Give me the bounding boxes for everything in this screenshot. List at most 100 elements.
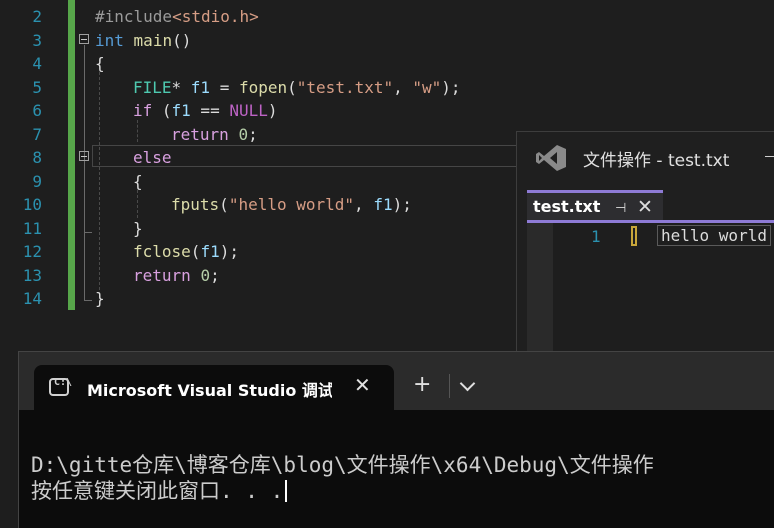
code-line[interactable]: return 0;	[133, 264, 220, 288]
code-line[interactable]: FILE* f1 = fopen("test.txt", "w");	[133, 76, 461, 100]
editor-margin	[527, 223, 553, 361]
code-token: fclose	[133, 242, 191, 261]
change-tracking-bar	[68, 0, 75, 310]
code-token: if	[133, 101, 153, 120]
code-token: fputs	[171, 195, 220, 214]
code-line[interactable]: #include<stdio.h>	[95, 5, 259, 29]
line-number: 11	[22, 218, 42, 238]
pin-icon[interactable]: ⊣	[615, 201, 626, 216]
code-token: f1	[373, 195, 393, 214]
line-number: 8	[32, 148, 42, 167]
fold-outline-end	[84, 300, 92, 301]
code-token: <stdio.h>	[172, 7, 259, 26]
code-line[interactable]: else	[133, 146, 172, 170]
indent-guide	[137, 120, 138, 142]
terminal-tab-strip: C:\ Microsoft Visual Studio 调试控制台 ✕ +	[19, 352, 774, 413]
indent-guide	[99, 72, 100, 290]
close-icon[interactable]: ✕	[637, 196, 653, 218]
code-token: )	[267, 101, 278, 120]
code-token: );	[392, 195, 412, 214]
line-number: 4	[32, 54, 42, 73]
code-token: (	[219, 195, 229, 214]
code-token: return	[171, 124, 229, 144]
close-icon[interactable]: ✕	[354, 373, 371, 397]
fold-toggle[interactable]	[79, 151, 89, 161]
code-token: }	[95, 289, 105, 308]
code-line[interactable]: {	[133, 170, 143, 194]
code-token: "test.txt"	[296, 77, 394, 97]
code-token: fopen	[238, 77, 288, 97]
output-text: 按任意键关闭此窗口. . .	[31, 479, 284, 503]
visual-studio-logo-icon	[536, 145, 566, 171]
code-token: ()	[172, 30, 192, 50]
code-line[interactable]: return 0;	[171, 123, 258, 147]
code-line[interactable]: }	[95, 287, 105, 311]
tab-label: Microsoft Visual Studio 调试控制台	[87, 381, 332, 400]
test-file-window[interactable]: 文件操作 - test.txt test.txt ⊣ ✕ 1 hello wor…	[516, 131, 774, 361]
code-line[interactable]: fclose(f1);	[133, 240, 239, 264]
code-token: else	[133, 148, 172, 167]
text-editor[interactable]: 1 hello world	[527, 223, 774, 361]
line-number: 1	[591, 227, 601, 246]
line-number: 6	[32, 101, 42, 120]
code-token: return	[133, 265, 191, 285]
tab-label: test.txt	[533, 197, 601, 216]
output-line: 按任意键关闭此窗口. . .	[31, 478, 654, 504]
tab-test-txt[interactable]: test.txt ⊣ ✕	[527, 190, 663, 220]
code-token: (	[287, 77, 297, 97]
code-token: f1	[190, 77, 211, 97]
code-line[interactable]: if (f1 == NULL)	[133, 99, 278, 123]
code-line[interactable]: int main()	[95, 29, 191, 53]
code-token: }	[133, 218, 143, 238]
line-number: 12	[22, 242, 42, 261]
code-token: );	[441, 77, 461, 97]
code-token: );	[219, 242, 239, 261]
line-number: 10	[22, 195, 42, 214]
line-number: 2	[32, 7, 42, 26]
code-token: ==	[190, 101, 230, 120]
code-token: =	[210, 77, 239, 97]
code-token: NULL	[229, 101, 268, 120]
code-line[interactable]: {	[95, 52, 105, 76]
output-line: D:\gitte仓库\博客仓库\blog\文件操作\x64\Debug\文件操作	[31, 453, 654, 477]
fold-outline-end	[84, 232, 92, 233]
line-number: 3	[32, 30, 42, 50]
fold-toggle[interactable]	[79, 34, 89, 44]
code-token: (	[190, 242, 201, 261]
code-token: f1	[200, 242, 220, 261]
line-number: 5	[32, 77, 42, 97]
indent-guide	[137, 190, 138, 218]
code-token: 0	[200, 265, 211, 285]
window-title-bar[interactable]: 文件操作 - test.txt	[517, 132, 774, 182]
code-line[interactable]: }	[133, 217, 143, 241]
window-title: 文件操作 - test.txt	[583, 151, 730, 171]
chevron-down-icon[interactable]	[459, 375, 476, 392]
code-token: ,	[354, 195, 374, 214]
terminal-cursor	[285, 480, 288, 502]
code-token: {	[95, 54, 105, 73]
code-token: ,	[393, 77, 413, 97]
code-token: "hello world"	[228, 195, 355, 214]
minimize-icon[interactable]	[765, 156, 774, 157]
debug-console-window[interactable]: C:\ Microsoft Visual Studio 调试控制台 ✕ + D:…	[18, 351, 774, 528]
terminal-output[interactable]: D:\gitte仓库\博客仓库\blog\文件操作\x64\Debug\文件操作…	[31, 452, 654, 504]
code-token: *	[171, 77, 191, 97]
document-tab-bar: test.txt ⊣ ✕	[527, 190, 774, 222]
text-cursor	[631, 226, 637, 246]
code-token: main	[133, 30, 173, 50]
code-line[interactable]: fputs("hello world", f1);	[171, 193, 412, 217]
line-number: 9	[32, 171, 42, 191]
code-token: (	[152, 101, 172, 120]
code-token: ;	[210, 265, 220, 285]
new-tab-button[interactable]: +	[413, 372, 431, 397]
console-icon: C:\	[49, 377, 72, 396]
code-token: 0	[238, 124, 249, 144]
divider	[449, 374, 450, 398]
code-token: FILE	[133, 77, 172, 97]
code-token: "w"	[412, 77, 442, 97]
file-content[interactable]: hello world	[657, 225, 771, 246]
line-number: 13	[22, 265, 42, 285]
code-token: {	[133, 171, 143, 191]
code-token: #include	[95, 7, 173, 26]
tab-debug-console[interactable]: C:\ Microsoft Visual Studio 调试控制台 ✕	[34, 365, 394, 413]
